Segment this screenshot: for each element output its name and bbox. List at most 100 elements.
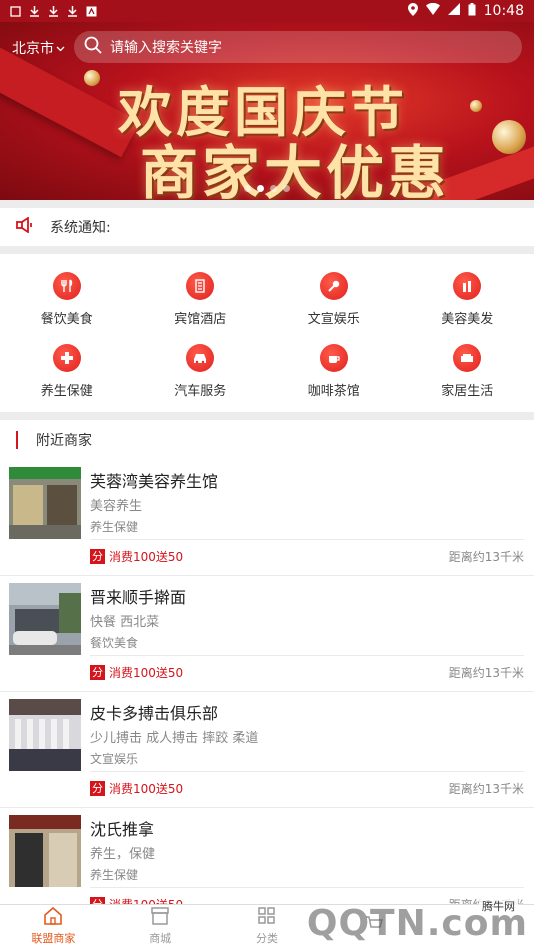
category-health[interactable]: 养生保健 — [0, 334, 134, 406]
home-icon — [43, 906, 63, 928]
beauty-icon — [453, 272, 482, 300]
category-label: 美容美发 — [441, 312, 494, 327]
search-placeholder: 请输入搜索关键字 — [110, 40, 222, 56]
merchant-tags: 养生，保健 — [90, 847, 156, 862]
divider — [90, 887, 524, 888]
promo-text: 消费100送50 — [109, 550, 184, 564]
merchant-list: 芙蓉湾美容养生馆 美容养生 养生保健 分 消费100送50 距离约13千米 晋来… — [0, 460, 534, 904]
category-label: 家居生活 — [441, 384, 494, 399]
microphone-icon — [319, 272, 348, 300]
download-icon — [29, 5, 40, 17]
list-item[interactable]: 芙蓉湾美容养生馆 美容养生 养生保健 分 消费100送50 距离约13千米 — [0, 460, 534, 576]
category-label: 宾馆酒店 — [174, 312, 227, 327]
category-label: 餐饮美食 — [40, 312, 93, 327]
category-dining[interactable]: 餐饮美食 — [0, 262, 134, 334]
merchant-tags: 快餐 西北菜 — [90, 615, 160, 630]
merchant-tags: 少儿搏击 成人搏击 摔跤 柔道 — [90, 731, 259, 746]
list-item[interactable]: 皮卡多搏击俱乐部 少儿搏击 成人搏击 摔跤 柔道 文宣娱乐 分 消费100送50… — [0, 692, 534, 808]
store-icon — [150, 907, 170, 928]
promo-text: 消费100送50 — [109, 782, 184, 796]
category-beauty[interactable]: 美容美发 — [401, 262, 534, 334]
divider — [0, 200, 534, 208]
list-item[interactable]: 晋来顺手擀面 快餐 西北菜 餐饮美食 分 消费100送50 距离约13千米 — [0, 576, 534, 692]
carousel-dot[interactable] — [257, 185, 264, 192]
tab-label: 商城 — [149, 932, 172, 945]
status-bar: 10:48 — [0, 0, 534, 22]
promo-badge-icon: 分 — [90, 549, 105, 564]
clock-time: 10:48 — [483, 3, 524, 19]
promo-text: 消费100送50 — [109, 896, 183, 904]
tab-mall[interactable]: 商城 — [107, 905, 214, 948]
banner-ornament — [492, 120, 526, 154]
speaker-icon — [16, 216, 36, 237]
merchant-name: 皮卡多搏击俱乐部 — [90, 704, 219, 723]
merchant-photo — [9, 467, 81, 539]
divider — [0, 246, 534, 254]
section-accent-bar — [16, 431, 18, 449]
sofa-icon — [453, 344, 482, 372]
merchant-category: 文宣娱乐 — [90, 752, 139, 766]
carousel-dot[interactable] — [244, 185, 251, 192]
merchant-distance: 距离约13千米 — [448, 666, 524, 680]
divider — [90, 539, 524, 540]
fork-knife-icon — [52, 272, 81, 300]
city-selector[interactable]: 北京市 — [12, 38, 65, 58]
carousel-dots — [0, 185, 534, 192]
merchant-name: 芙蓉湾美容养生馆 — [90, 472, 219, 491]
tab-category[interactable]: 分类 — [214, 905, 321, 948]
system-notice[interactable]: 系统通知: — [0, 208, 534, 246]
download-icon — [67, 5, 78, 17]
merchant-photo — [9, 583, 81, 655]
category-label: 咖啡茶馆 — [307, 384, 360, 399]
category-hotel[interactable]: 宾馆酒店 — [134, 262, 268, 334]
carousel-dot[interactable] — [283, 185, 290, 192]
hotel-icon — [186, 272, 215, 300]
divider — [90, 771, 524, 772]
chevron-down-icon — [56, 40, 65, 56]
divider — [0, 412, 534, 420]
download-icon — [48, 5, 59, 17]
merchant-category: 养生保健 — [90, 868, 139, 882]
merchant-photo — [9, 815, 81, 887]
merchant-photo — [9, 699, 81, 771]
merchant-name: 晋来顺手擀面 — [90, 588, 187, 607]
promo-badge-icon: 分 — [90, 897, 105, 904]
watermark: QQTN.com — [306, 903, 528, 944]
banner-ornament — [84, 70, 100, 86]
category-entertainment[interactable]: 文宣娱乐 — [267, 262, 401, 334]
banner-ornament — [470, 100, 482, 112]
carousel-dot[interactable] — [270, 185, 277, 192]
merchant-distance: 距离约13千米 — [448, 550, 524, 564]
city-label: 北京市 — [12, 41, 54, 57]
tab-label: 联盟商家 — [31, 932, 76, 945]
merchant-name: 沈氏推拿 — [90, 820, 155, 839]
search-icon — [84, 36, 110, 58]
category-home[interactable]: 家居生活 — [401, 334, 534, 406]
category-cafe[interactable]: 咖啡茶馆 — [267, 334, 401, 406]
promo-badge-icon: 分 — [90, 781, 105, 796]
car-icon — [186, 344, 215, 372]
merchant-distance: 距离约13千米 — [448, 782, 524, 796]
promo-offer: 分 消费100送50 — [90, 548, 183, 565]
location-icon — [407, 2, 418, 20]
coffee-cup-icon — [319, 344, 348, 372]
category-label: 文宣娱乐 — [307, 312, 360, 327]
grid-icon — [257, 907, 277, 928]
category-label: 汽车服务 — [174, 384, 227, 399]
promo-badge-icon: 分 — [90, 665, 105, 680]
nearby-section-header: 附近商家 — [0, 420, 534, 460]
health-cross-icon — [52, 344, 81, 372]
tab-alliance-merchants[interactable]: 联盟商家 — [0, 905, 107, 948]
merchant-category: 餐饮美食 — [90, 636, 139, 650]
category-auto[interactable]: 汽车服务 — [134, 334, 268, 406]
merchant-category: 养生保健 — [90, 520, 139, 534]
category-label: 养生保健 — [40, 384, 93, 399]
promo-offer: 分 消费100送50 — [90, 664, 183, 681]
wifi-icon — [425, 2, 440, 19]
promo-offer: 分 消费100送50 — [90, 780, 183, 797]
app-icon — [86, 6, 97, 17]
nearby-title: 附近商家 — [36, 433, 92, 449]
merchant-tags: 美容养生 — [90, 499, 143, 514]
list-item[interactable]: 沈氏推拿 养生，保健 养生保健 分 消费100送50 距离约13千米 — [0, 808, 534, 904]
search-input[interactable]: 请输入搜索关键字 — [74, 31, 522, 63]
